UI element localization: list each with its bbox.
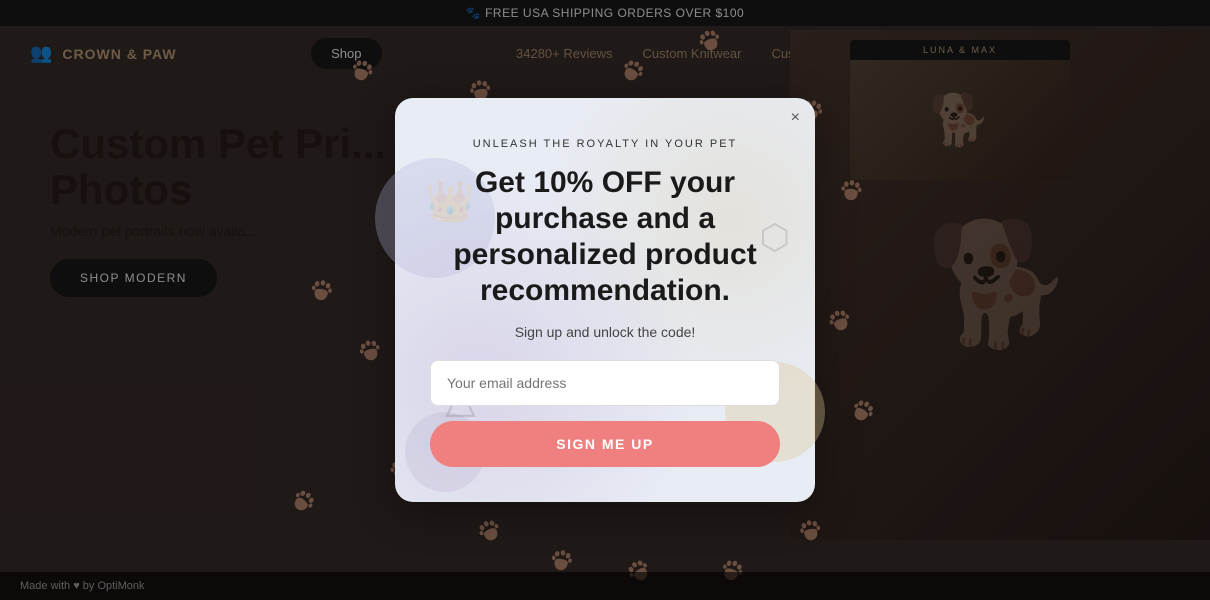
- page-background: 🐾 FREE USA SHIPPING ORDERS OVER $100 👥 C…: [0, 0, 1210, 600]
- sign-up-button[interactable]: SIGN ME UP: [430, 421, 780, 467]
- close-button[interactable]: ×: [791, 110, 800, 126]
- popup-description: Sign up and unlock the code!: [430, 324, 780, 340]
- email-input[interactable]: [430, 360, 780, 406]
- popup-subtitle: UNLEASH THE ROYALTY IN YOUR PET: [430, 138, 780, 150]
- popup-title: Get 10% OFF your purchase and a personal…: [430, 165, 780, 309]
- popup-modal: × 👑 ⬡ △ UNLEASH THE ROYALTY IN YOUR PET …: [395, 98, 815, 502]
